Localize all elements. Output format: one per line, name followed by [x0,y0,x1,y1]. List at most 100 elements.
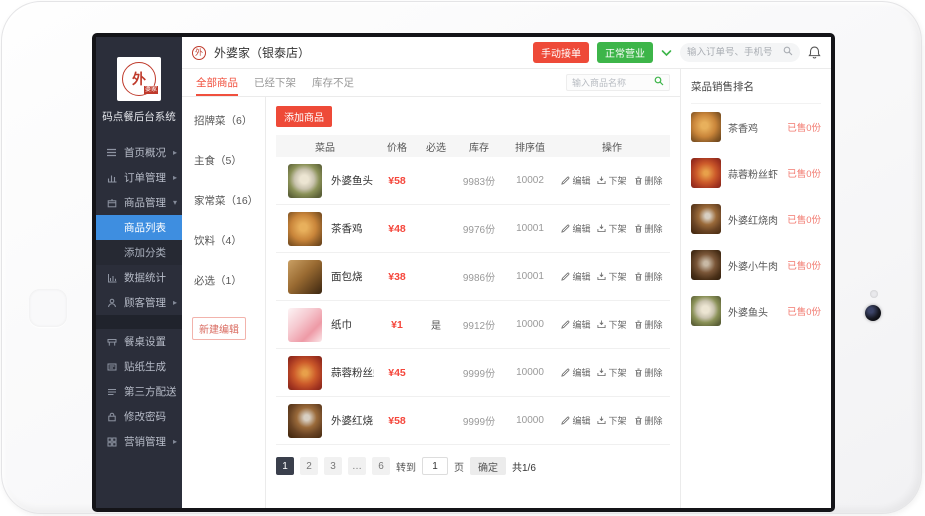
sidebar-item-add-category[interactable]: 添加分类 [96,240,182,265]
add-product-button[interactable]: 添加商品 [276,106,332,127]
content-panel: 全部商品 已经下架 库存不足 [182,69,681,508]
camera-icon [865,305,881,321]
dish-photo [288,260,322,294]
dish-photo [691,250,721,280]
sidebar: 外 婆家 码点餐后台系统 首页概况 ▸ 订单管理 ▸ [96,37,182,508]
home-button[interactable] [29,289,67,327]
business-status-button[interactable]: 正常营业 [597,42,653,63]
bell-icon[interactable] [808,46,821,59]
search-icon [783,46,793,59]
edit-button[interactable]: 编辑 [561,270,590,283]
goods-submenu: 商品列表 添加分类 [96,215,182,265]
offshelf-button[interactable]: 下架 [597,222,626,235]
page-button-1[interactable]: 1 [276,457,294,475]
top-header: 外 外婆家（银泰店） 手动接单 正常营业 [182,37,831,69]
product-search-input[interactable] [572,78,650,88]
app-window: 外 婆家 码点餐后台系统 首页概况 ▸ 订单管理 ▸ [96,37,831,508]
offshelf-button[interactable]: 下架 [597,366,626,379]
waipojia-seal-icon: 外 婆家 [122,62,156,96]
category-item-required[interactable]: 必选（1） [182,273,265,288]
page-summary: 共1/6 [512,459,536,474]
sidebar-item-marketing[interactable]: 营销管理 ▸ [96,429,182,454]
sidebar-item-statistics[interactable]: 数据统计 [96,265,182,290]
page-button-ellipsis[interactable]: … [348,457,366,475]
sidebar-item-goods[interactable]: 商品管理 ▾ [96,190,182,215]
sidebar-item-table-settings[interactable]: 餐桌设置 [96,329,182,354]
offshelf-button[interactable]: 下架 [597,318,626,331]
sold-count: 已售0份 [787,120,821,134]
category-panel: 招牌菜（6） 主食（5） 家常菜（16） 饮料（4） 必选（1） 新建编辑 [182,97,266,508]
tab-off-shelf[interactable]: 已经下架 [254,69,296,96]
store-name: 外婆家（银泰店） [214,44,310,61]
workspace: 招牌菜（6） 主食（5） 家常菜（16） 饮料（4） 必选（1） 新建编辑 添加 [182,97,680,508]
sidebar-item-orders[interactable]: 订单管理 ▸ [96,165,182,190]
status-chevron-down-icon[interactable] [661,49,672,57]
goods-box-icon [106,198,117,208]
table-row: 面包烧 ¥38 9986份 10001 编辑 下架 删除 [276,253,670,301]
sidebar-item-third-party-delivery[interactable]: 第三方配送 [96,379,182,404]
sidebar-item-sticker-generate[interactable]: 贴纸生成 [96,354,182,379]
edit-button[interactable]: 编辑 [561,222,590,235]
offshelf-button[interactable]: 下架 [597,414,626,427]
sidebar-divider [96,315,182,329]
dish-photo [288,212,322,246]
delete-button[interactable]: 删除 [634,414,663,427]
chevron-right-icon: ▸ [173,148,177,157]
category-item-signature[interactable]: 招牌菜（6） [182,113,265,128]
chevron-right-icon: ▸ [173,437,177,446]
sold-count: 已售0份 [787,212,821,226]
category-item-homestyle[interactable]: 家常菜（16） [182,193,265,208]
sold-count: 已售0份 [787,258,821,272]
delete-button[interactable]: 删除 [634,174,663,187]
delete-button[interactable]: 删除 [634,222,663,235]
delete-button[interactable]: 删除 [634,318,663,331]
goto-page-input[interactable] [422,457,448,475]
screen: 外 婆家 码点餐后台系统 首页概况 ▸ 订单管理 ▸ [92,33,835,512]
sold-count: 已售0份 [787,166,821,180]
lock-icon [106,412,117,422]
sidebar-item-customers[interactable]: 顾客管理 ▸ [96,290,182,315]
manual-order-button[interactable]: 手动接单 [533,42,589,63]
delete-button[interactable]: 删除 [634,366,663,379]
sidebar-item-change-password[interactable]: 修改密码 [96,404,182,429]
chevron-down-icon: ▾ [173,198,177,207]
table-row: 外婆红烧肉 ¥58 9999份 10000 编辑 下架 删除 [276,397,670,445]
product-tabs-bar: 全部商品 已经下架 库存不足 [182,69,680,97]
edit-button[interactable]: 编辑 [561,414,590,427]
offshelf-button[interactable]: 下架 [597,174,626,187]
sidebar-item-home-overview[interactable]: 首页概况 ▸ [96,140,182,165]
main-area: 外 外婆家（银泰店） 手动接单 正常营业 [182,37,831,508]
page-unit-label: 页 [454,459,464,474]
table-icon [106,337,117,347]
tab-all-products[interactable]: 全部商品 [196,69,238,96]
sales-ranking-panel: 菜品销售排名 茶香鸡 已售0份 蒜蓉粉丝虾 已售0份 [681,69,831,508]
order-search-input[interactable] [687,47,779,58]
category-item-staple[interactable]: 主食（5） [182,153,265,168]
edit-button[interactable]: 编辑 [561,366,590,379]
ranking-title: 菜品销售排名 [691,79,821,104]
ranking-item: 外婆鱼头 已售0份 [691,288,821,334]
offshelf-button[interactable]: 下架 [597,270,626,283]
dish-photo [691,204,721,234]
table-row: 茶香鸡 ¥48 9976份 10001 编辑 下架 删除 [276,205,670,253]
page-button-2[interactable]: 2 [300,457,318,475]
new-category-button[interactable]: 新建编辑 [192,317,246,340]
delete-button[interactable]: 删除 [634,270,663,283]
category-item-drinks[interactable]: 饮料（4） [182,233,265,248]
table-header: 菜品 价格 必选 库存 排序值 操作 [276,135,670,157]
dish-photo [691,296,721,326]
edit-button[interactable]: 编辑 [561,318,590,331]
tab-low-stock[interactable]: 库存不足 [312,69,354,96]
page-button-3[interactable]: 3 [324,457,342,475]
tablet-frame: 外 婆家 码点餐后台系统 首页概况 ▸ 订单管理 ▸ [1,1,922,514]
brand-logo: 外 婆家 [117,57,161,101]
edit-button[interactable]: 编辑 [561,174,590,187]
goto-label: 转到 [396,459,416,474]
confirm-page-button[interactable]: 确定 [470,457,506,475]
dish-photo [288,164,322,198]
page-button-6[interactable]: 6 [372,457,390,475]
orders-chart-icon [106,173,117,183]
sold-count: 已售0份 [787,304,821,318]
sidebar-item-product-list[interactable]: 商品列表 [96,215,182,240]
order-search-box [680,43,800,62]
